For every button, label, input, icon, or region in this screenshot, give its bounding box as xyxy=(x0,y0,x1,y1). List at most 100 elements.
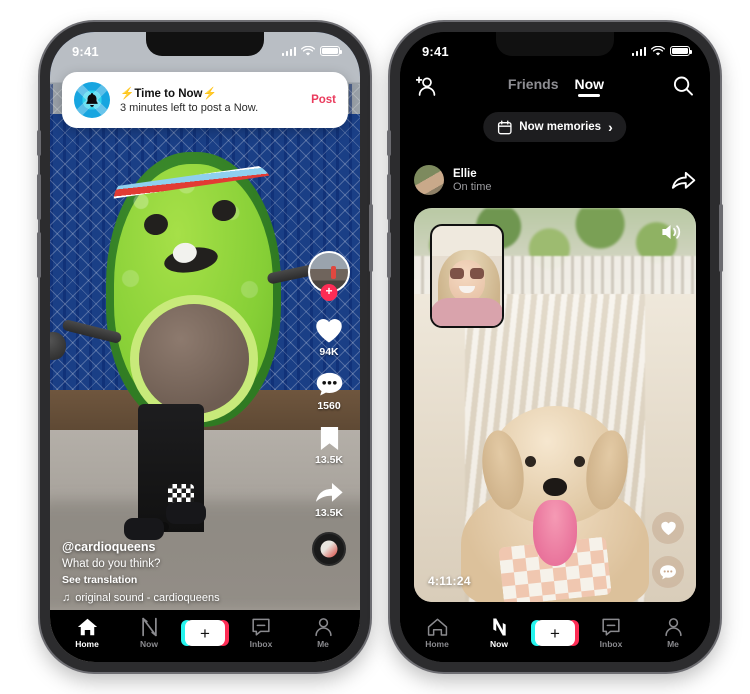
tab-inbox-label: Inbox xyxy=(599,639,623,649)
add-person-icon[interactable] xyxy=(416,75,440,97)
poster-name: Ellie xyxy=(453,167,477,180)
wifi-icon xyxy=(301,45,315,56)
right-screen: 9:41 Friends Now Now memories › Ellie On… xyxy=(400,32,710,662)
create-plus-icon: + xyxy=(531,620,579,646)
volume-up-button[interactable] xyxy=(387,174,391,220)
sound-disc[interactable] xyxy=(312,532,346,566)
tab-now-feed[interactable]: Now xyxy=(575,76,605,97)
sound-label[interactable]: ♫ original sound - cardioqueens xyxy=(62,592,262,604)
tab-home[interactable]: Home xyxy=(411,617,463,649)
create-button[interactable]: + xyxy=(531,620,579,646)
front-camera-pip[interactable] xyxy=(430,224,504,328)
power-button[interactable] xyxy=(369,204,373,272)
tab-home-label: Home xyxy=(425,639,449,649)
left-screen: 9:41 ⚡Time to Now⚡ 3 minutes left to pos… xyxy=(50,32,360,662)
tab-home[interactable]: Home xyxy=(61,617,113,649)
battery-icon xyxy=(670,46,692,56)
caption-username[interactable]: @cardioqueens xyxy=(62,540,262,554)
person-icon xyxy=(314,618,332,637)
now-comment-button[interactable] xyxy=(652,556,684,588)
video-caption: @cardioqueens What do you think? See tra… xyxy=(62,540,262,604)
shoe-left xyxy=(124,518,164,540)
music-note-icon: ♫ xyxy=(62,592,71,604)
share-arrow-icon[interactable] xyxy=(671,169,696,191)
banner-title: ⚡Time to Now⚡ xyxy=(120,88,217,100)
volume-down-button[interactable] xyxy=(37,232,41,278)
heart-icon xyxy=(660,521,676,536)
action-rail: + 94K 1560 13.5K 13.5K xyxy=(308,251,350,566)
wifi-icon xyxy=(651,45,665,56)
home-icon xyxy=(77,618,97,636)
bell-icon xyxy=(74,82,110,118)
volume-down-button[interactable] xyxy=(387,232,391,278)
now-like-button[interactable] xyxy=(652,512,684,544)
status-time: 9:41 xyxy=(72,43,99,59)
poster-status: On time xyxy=(453,180,492,193)
create-plus-glyph: + xyxy=(550,623,560,643)
sound-name: original sound - cardioqueens xyxy=(75,592,220,604)
tab-now[interactable]: Now xyxy=(123,617,175,649)
poster-avatar[interactable] xyxy=(414,165,444,195)
phone-left: 9:41 ⚡Time to Now⚡ 3 minutes left to pos… xyxy=(37,22,373,672)
bookmark-count: 13.5K xyxy=(314,454,344,466)
volume-up-button[interactable] xyxy=(37,174,41,220)
caption-text: What do you think? xyxy=(62,558,161,570)
search-icon[interactable] xyxy=(672,75,694,97)
now-post-card[interactable]: 4:11:24 xyxy=(414,208,696,602)
tab-inbox[interactable]: Inbox xyxy=(235,617,287,649)
tabbar-right: Home Now + Inbox Me xyxy=(400,610,710,662)
screenshot-stage: 9:41 ⚡Time to Now⚡ 3 minutes left to pos… xyxy=(0,0,750,694)
banner-subtitle: 3 minutes left to post a Now. xyxy=(120,102,259,114)
person-icon xyxy=(664,618,682,637)
signal-bars-icon xyxy=(281,46,296,56)
comment-button[interactable]: 1560 xyxy=(315,371,344,412)
comment-count: 1560 xyxy=(317,400,341,412)
tab-inbox[interactable]: Inbox xyxy=(585,617,637,649)
now-card-actions xyxy=(652,512,684,588)
speaker-on-icon[interactable] xyxy=(660,222,682,242)
bookmark-button[interactable]: 13.5K xyxy=(315,425,343,466)
follow-plus-icon[interactable]: + xyxy=(320,284,338,301)
create-button[interactable]: + xyxy=(181,620,229,646)
chevron-right-icon: › xyxy=(608,119,613,135)
inbox-icon xyxy=(602,618,620,636)
create-plus-glyph: + xyxy=(200,623,210,643)
now-memories-button[interactable]: Now memories › xyxy=(483,112,627,142)
share-count: 13.5K xyxy=(314,507,344,519)
see-translation-link[interactable]: See translation xyxy=(62,574,262,586)
tab-me-label: Me xyxy=(667,639,679,649)
like-button[interactable]: 94K xyxy=(314,316,344,358)
silent-switch[interactable] xyxy=(387,130,391,156)
now-bolt-icon xyxy=(492,618,506,636)
home-icon xyxy=(427,618,447,636)
like-count: 94K xyxy=(319,346,339,358)
tab-now-label: Now xyxy=(140,639,158,649)
create-plus-icon: + xyxy=(181,620,229,646)
tab-friends[interactable]: Friends xyxy=(508,76,559,97)
signal-bars-icon xyxy=(631,46,646,56)
share-button[interactable]: 13.5K xyxy=(314,479,344,519)
silent-switch[interactable] xyxy=(37,130,41,156)
tab-me[interactable]: Me xyxy=(297,617,349,649)
now-feed: 9:41 Friends Now Now memories › Ellie On… xyxy=(400,32,710,662)
power-button[interactable] xyxy=(719,204,723,272)
now-header: Friends Now xyxy=(400,66,710,106)
battery-icon xyxy=(320,46,342,56)
tab-me-label: Me xyxy=(317,639,329,649)
tab-home-label: Home xyxy=(75,639,99,649)
tab-now[interactable]: Now xyxy=(473,617,525,649)
balloon-avocado-costume xyxy=(50,152,343,427)
now-notification-banner[interactable]: ⚡Time to Now⚡ 3 minutes left to post a N… xyxy=(62,72,348,128)
shoe-right xyxy=(166,502,206,524)
inbox-icon xyxy=(252,618,270,636)
tab-me[interactable]: Me xyxy=(647,617,699,649)
tab-now-label: Now xyxy=(490,639,508,649)
calendar-icon xyxy=(497,120,512,134)
now-bolt-icon xyxy=(141,617,157,637)
share-arrow-icon xyxy=(316,482,343,502)
post-button[interactable]: Post xyxy=(305,94,336,106)
dog-photo-subject xyxy=(461,396,649,602)
poster-row: Ellie On time xyxy=(414,158,696,202)
now-tabs: Friends Now xyxy=(508,76,604,97)
profile-avatar[interactable]: + xyxy=(308,251,350,301)
